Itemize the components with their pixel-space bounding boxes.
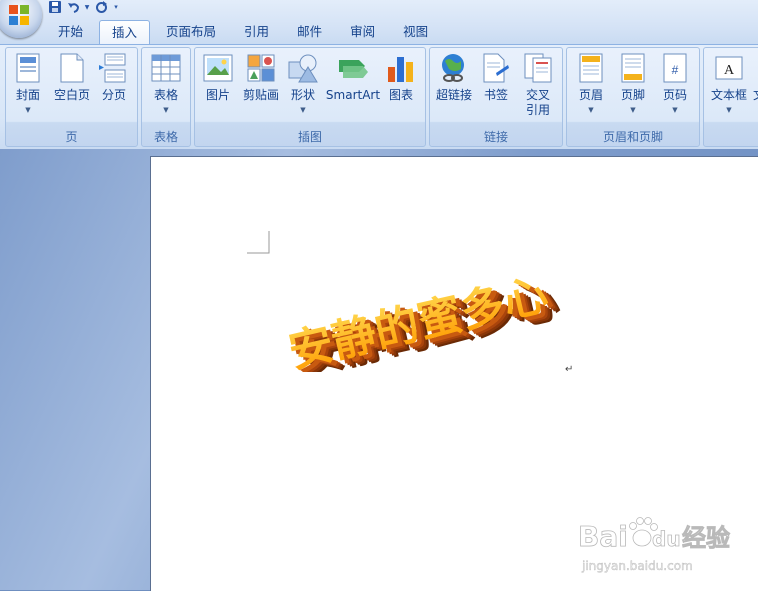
cover-page-button[interactable]: 封面 ▼ <box>10 52 46 128</box>
watermark-brand-du: du <box>652 527 681 551</box>
clip-art-label: 剪贴画 <box>242 88 279 102</box>
bookmark-button[interactable]: 书签 <box>478 52 514 128</box>
page-break-icon <box>98 52 130 84</box>
baidu-watermark: Bai du 经验 jingyan.baidu.com <box>578 517 730 573</box>
chart-icon <box>385 52 417 84</box>
paragraph-mark: ↵ <box>565 364 574 375</box>
table-label: 表格 <box>153 88 178 102</box>
watermark-url: jingyan.baidu.com <box>581 559 693 573</box>
blank-page-button[interactable]: 空白页 <box>50 52 94 128</box>
tab-mailings[interactable]: 邮件 <box>285 20 334 44</box>
footer-icon <box>617 52 649 84</box>
hyperlink-icon <box>438 52 470 84</box>
undo-icon[interactable] <box>66 0 80 14</box>
chevron-down-icon: ▼ <box>588 106 594 114</box>
table-button[interactable]: 表格 ▼ <box>147 52 185 128</box>
group-links: 超链接 书签 交叉 引用 链接 <box>429 47 563 147</box>
page-break-button[interactable]: 分页 <box>96 52 132 128</box>
chart-label: 图表 <box>388 88 413 102</box>
quick-access-toolbar: ▼ ▾ <box>48 0 148 14</box>
text-box-icon: A <box>713 52 745 84</box>
footer-button[interactable]: 页脚 ▼ <box>613 52 653 128</box>
office-button[interactable] <box>0 0 42 38</box>
group-label-links: 链接 <box>483 130 508 144</box>
chart-button[interactable]: 图表 <box>383 52 419 128</box>
smartart-icon <box>337 52 369 84</box>
table-icon <box>150 52 182 84</box>
picture-label: 图片 <box>205 88 230 102</box>
cross-reference-label-line1: 交叉 <box>525 88 550 102</box>
tab-page-layout[interactable]: 页面布局 <box>154 20 228 44</box>
chevron-down-icon: ▼ <box>163 106 169 114</box>
smartart-label: SmartArt <box>325 88 381 102</box>
bookmark-icon <box>480 52 512 84</box>
cross-reference-button[interactable]: 交叉 引用 <box>518 52 558 128</box>
ribbon-tabs: 开始 插入 页面布局 引用 邮件 审阅 视图 <box>46 18 444 46</box>
cover-page-icon <box>12 52 44 84</box>
picture-button[interactable]: 图片 <box>199 52 237 128</box>
picture-icon <box>202 52 234 84</box>
tab-insert[interactable]: 插入 <box>99 20 151 46</box>
tab-view[interactable]: 视图 <box>391 20 440 44</box>
cross-reference-label: 交叉 引用 <box>526 88 550 118</box>
header-label: 页眉 <box>578 88 603 102</box>
chevron-down-icon: ▼ <box>630 106 636 114</box>
tab-home[interactable]: 开始 <box>46 20 95 44</box>
footer-label: 页脚 <box>620 88 645 102</box>
chevron-down-icon: ▼ <box>672 106 678 114</box>
save-icon[interactable] <box>48 0 62 14</box>
chevron-down-icon: ▼ <box>25 106 31 114</box>
clip-art-icon <box>245 52 277 84</box>
text-box-button[interactable]: A 文本框 ▼ <box>706 52 752 128</box>
text-box-label: 文本框 <box>710 88 747 102</box>
shapes-icon <box>287 52 319 84</box>
chevron-down-icon: ▼ <box>726 106 732 114</box>
blank-page-label: 空白页 <box>53 88 90 102</box>
svg-text:A: A <box>724 63 735 78</box>
header-icon <box>575 52 607 84</box>
undo-dropdown-icon[interactable]: ▼ <box>84 0 90 14</box>
group-label-header-footer: 页眉和页脚 <box>602 130 663 144</box>
group-label-pages: 页 <box>65 130 78 144</box>
wordart-text[interactable]: 安静的蜜多心 安静的蜜多心 安静的蜜多心 安静的蜜多心 安静的蜜多心 <box>266 252 586 372</box>
watermark-cn: 经验 <box>682 524 730 552</box>
group-header-footer: 页眉 ▼ 页脚 ▼ # 页码 ▼ 页眉和页脚 <box>566 47 700 147</box>
page-number-label: 页码 <box>662 88 687 102</box>
customize-toolbar-icon[interactable]: ▾ <box>112 0 120 14</box>
redo-icon[interactable] <box>94 0 108 14</box>
group-illustrations: 图片 剪贴画 形状 ▼ SmartArt 图表 插图 <box>194 47 426 147</box>
cross-reference-label-line2: 引用 <box>525 103 550 117</box>
page-break-label: 分页 <box>101 88 126 102</box>
text-more-label: 文 <box>753 88 758 103</box>
cover-page-label: 封面 <box>15 88 40 102</box>
header-button[interactable]: 页眉 ▼ <box>571 52 611 128</box>
clip-art-button[interactable]: 剪贴画 <box>240 52 282 128</box>
group-label-illustrations: 插图 <box>297 130 322 144</box>
watermark-brand: Bai <box>578 520 628 553</box>
bookmark-label: 书签 <box>483 88 508 102</box>
title-tab-bar: ▼ ▾ 开始 插入 页面布局 引用 邮件 审阅 视图 <box>0 0 758 46</box>
ribbon: 封面 ▼ 空白页 分页 页 表格 ▼ 表格 图片 剪贴画 形状 ▼ SmartA… <box>0 44 758 150</box>
group-tables: 表格 ▼ 表格 <box>141 47 191 147</box>
cross-reference-icon <box>522 52 554 84</box>
shapes-button[interactable]: 形状 ▼ <box>285 52 321 128</box>
chevron-down-icon: ▼ <box>300 106 306 114</box>
hyperlink-label: 超链接 <box>435 88 472 102</box>
svg-text:#: # <box>672 63 679 77</box>
group-label-tables: 表格 <box>153 130 178 144</box>
blank-page-icon <box>56 52 88 84</box>
text-more-button[interactable]: 文 <box>752 52 758 128</box>
group-text: A 文本框 ▼ 文 <box>703 47 758 147</box>
shapes-label: 形状 <box>290 88 315 102</box>
smartart-button[interactable]: SmartArt <box>325 52 381 128</box>
tab-references[interactable]: 引用 <box>232 20 281 44</box>
page-number-icon: # <box>659 52 691 84</box>
page-number-button[interactable]: # 页码 ▼ <box>655 52 695 128</box>
hyperlink-button[interactable]: 超链接 <box>432 52 476 128</box>
group-pages: 封面 ▼ 空白页 分页 页 <box>5 47 138 147</box>
text-more-icon <box>752 52 758 84</box>
tab-review[interactable]: 审阅 <box>338 20 387 44</box>
office-logo-icon <box>9 5 29 25</box>
